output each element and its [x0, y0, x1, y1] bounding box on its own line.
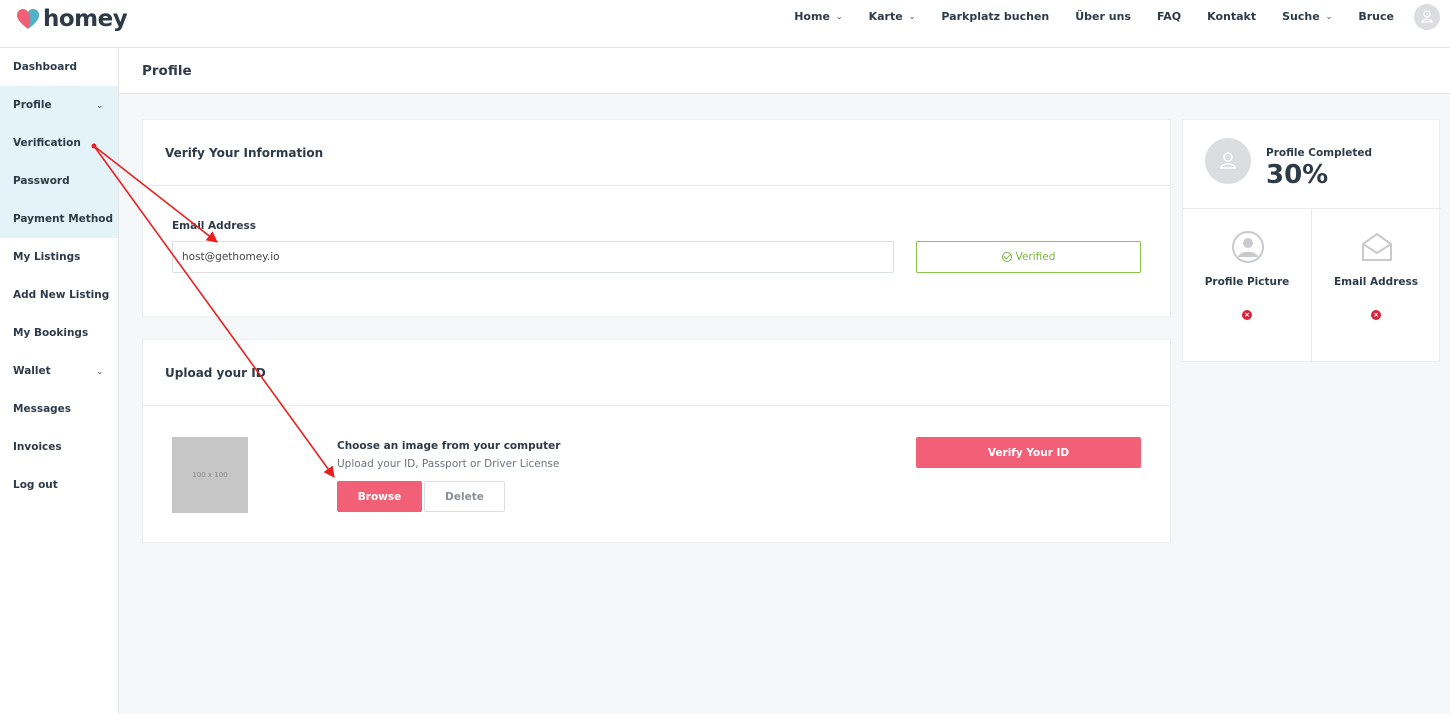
- browse-button[interactable]: Browse: [337, 481, 422, 512]
- close-icon: ×: [1371, 310, 1381, 320]
- email-field[interactable]: [172, 241, 894, 273]
- chevron-down-icon: ⌄: [835, 12, 843, 21]
- close-icon: ×: [1242, 310, 1252, 320]
- nav-item-kontakt[interactable]: Kontakt: [1207, 0, 1256, 33]
- card-title: Verify Your Information: [143, 120, 1170, 186]
- envelope-open-icon: [1362, 233, 1392, 261]
- nav-item-suche[interactable]: Suche ⌄: [1282, 0, 1332, 33]
- nav-item-label: Kontakt: [1207, 10, 1257, 23]
- check-circle-icon: [1001, 252, 1012, 262]
- page-header: Profile: [119, 48, 1450, 94]
- sidebar-item-label: Add New Listing: [13, 289, 110, 301]
- sidebar-item-label: Wallet: [13, 365, 51, 377]
- nav-item-faq[interactable]: FAQ: [1157, 0, 1181, 33]
- nav-item-ueber-uns[interactable]: Über uns: [1075, 0, 1131, 33]
- sidebar: Dashboard Profile ⌄ Verification Password…: [0, 48, 119, 714]
- nav-item-home[interactable]: Home ⌄: [794, 0, 842, 33]
- sidebar-item-label: Invoices: [13, 441, 62, 453]
- profile-completed-value: 30%: [1266, 160, 1329, 190]
- user-name: Bruce: [1358, 10, 1394, 23]
- id-image-placeholder: 100 x 100: [172, 437, 248, 513]
- chevron-down-icon: ⌄: [96, 100, 103, 110]
- chevron-down-icon: ⌄: [1325, 12, 1333, 21]
- sidebar-item-dashboard[interactable]: Dashboard: [0, 48, 118, 86]
- sidebar-item-password[interactable]: Password: [0, 162, 118, 200]
- completion-item-profile-picture: Profile Picture ×: [1183, 208, 1311, 363]
- sidebar-item-label: Password: [13, 175, 70, 187]
- verify-information-card: Verify Your Information Email Address Ve…: [142, 119, 1171, 317]
- profile-completed-label: Profile Completed: [1266, 147, 1372, 159]
- chevron-down-icon: ⌄: [908, 12, 916, 21]
- sidebar-item-label: Payment Method: [13, 213, 114, 225]
- completion-item-label: Email Address: [1333, 276, 1418, 288]
- sidebar-item-label: My Bookings: [13, 327, 89, 339]
- card-title: Upload your ID: [143, 340, 1170, 406]
- sidebar-item-label: Dashboard: [13, 61, 78, 73]
- sidebar-item-messages[interactable]: Messages: [0, 390, 118, 428]
- nav-item-user[interactable]: Bruce: [1358, 0, 1394, 33]
- avatar: [1205, 138, 1251, 184]
- verified-button[interactable]: Verified: [916, 241, 1141, 273]
- user-icon: [1421, 9, 1433, 23]
- nav-item-label: FAQ: [1156, 10, 1182, 23]
- main-nav: Home ⌄ Karte ⌄ Parkplatz buchen Über uns…: [794, 0, 1450, 33]
- sidebar-item-label: Profile: [13, 99, 52, 111]
- sidebar-item-label: My Listings: [13, 251, 81, 263]
- verified-label: Verified: [1015, 251, 1056, 263]
- nav-item-karte[interactable]: Karte ⌄: [869, 0, 916, 33]
- sidebar-item-log-out[interactable]: Log out: [0, 466, 118, 504]
- user-circle-icon: [1232, 231, 1264, 263]
- email-label: Email Address: [172, 220, 257, 232]
- choose-image-subtitle: Upload your ID, Passport or Driver Licen…: [337, 458, 560, 470]
- completion-item-label: Profile Picture: [1204, 276, 1290, 288]
- nav-item-label: Über uns: [1075, 10, 1131, 23]
- avatar[interactable]: [1414, 3, 1440, 30]
- nav-item-parkplatz-buchen[interactable]: Parkplatz buchen: [941, 0, 1049, 33]
- top-navbar: homey Home ⌄ Karte ⌄ Parkplatz buchen Üb…: [0, 0, 1450, 48]
- completion-item-email-address: Email Address ×: [1312, 208, 1440, 363]
- user-icon: [1220, 152, 1236, 169]
- brand-name: homey: [43, 6, 128, 32]
- upload-id-card: Upload your ID 100 x 100 Choose an image…: [142, 339, 1171, 543]
- chevron-down-icon: ⌄: [96, 366, 103, 376]
- sidebar-item-label: Messages: [13, 403, 72, 415]
- sidebar-item-profile[interactable]: Profile ⌄: [0, 86, 118, 124]
- sidebar-item-verification[interactable]: Verification: [0, 124, 118, 162]
- nav-item-label: Karte: [868, 10, 903, 23]
- nav-item-label: Suche: [1282, 10, 1320, 23]
- sidebar-item-payment-method[interactable]: Payment Method: [0, 200, 118, 238]
- sidebar-item-wallet[interactable]: Wallet ⌄: [0, 352, 118, 390]
- page-title: Profile: [142, 63, 192, 79]
- choose-image-title: Choose an image from your computer: [337, 440, 561, 452]
- profile-completion-card: Profile Completed 30% Profile Picture × …: [1182, 119, 1441, 363]
- nav-item-label: Parkplatz buchen: [941, 10, 1050, 23]
- delete-button[interactable]: Delete: [424, 481, 505, 512]
- verify-id-button[interactable]: Verify Your ID: [916, 437, 1141, 468]
- nav-item-label: Home: [794, 10, 830, 23]
- brand-logo[interactable]: homey: [16, 6, 128, 32]
- sidebar-item-label: Log out: [13, 479, 58, 491]
- sidebar-item-add-new-listing[interactable]: Add New Listing: [0, 276, 118, 314]
- sidebar-item-invoices[interactable]: Invoices: [0, 428, 118, 466]
- sidebar-item-my-bookings[interactable]: My Bookings: [0, 314, 118, 352]
- sidebar-item-my-listings[interactable]: My Listings: [0, 238, 118, 276]
- sidebar-item-label: Verification: [13, 137, 81, 149]
- heart-logo-icon: [16, 8, 40, 30]
